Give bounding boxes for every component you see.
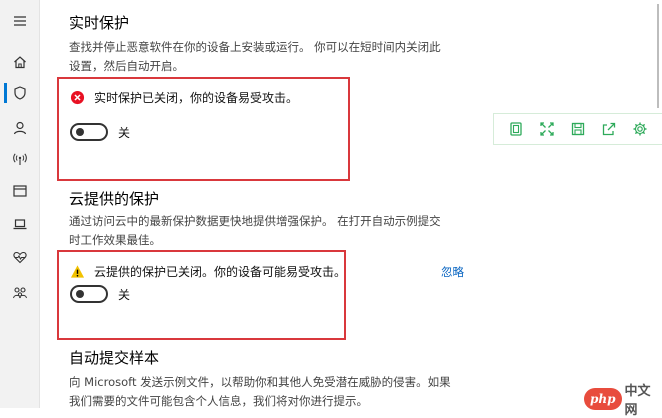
family-icon[interactable]	[9, 282, 31, 304]
person-icon[interactable]	[9, 117, 31, 139]
copy-icon[interactable]	[506, 119, 526, 139]
vertical-scrollbar[interactable]	[654, 0, 662, 120]
error-icon	[69, 90, 85, 106]
sample-submission-title: 自动提交样本	[69, 349, 160, 367]
realtime-toggle-label: 关	[118, 125, 131, 140]
cloud-alert: 云提供的保护已关闭。你的设备可能易受攻击。	[69, 263, 346, 280]
cloud-toggle-label: 关	[118, 287, 131, 302]
realtime-protection-title: 实时保护	[69, 14, 130, 32]
realtime-protection-description: 查找并停止恶意软件在你的设备上安装或运行。 你可以在短时间内关闭此 设置，然后自…	[69, 38, 489, 76]
cloud-alert-text: 云提供的保护已关闭。你的设备可能易受攻击。	[94, 265, 347, 279]
realtime-alert: 实时保护已关闭，你的设备易受攻击。	[69, 89, 298, 106]
sidebar-nav	[0, 0, 40, 408]
cloud-protection-title: 云提供的保护	[69, 190, 160, 208]
toggle-knob	[76, 128, 84, 136]
nav-active-indicator	[4, 83, 7, 103]
cloud-desc-line-1: 通过访问云中的最新保护数据更快地提供增强保护。 在打开自动示例提交	[69, 214, 441, 228]
realtime-desc-line-1: 查找并停止恶意软件在你的设备上安装或运行。 你可以在短时间内关闭此	[69, 40, 441, 54]
wifi-icon[interactable]	[9, 148, 31, 170]
realtime-toggle-row: 关	[70, 123, 130, 141]
floating-toolbar	[493, 113, 662, 145]
sample-desc-line-2: 我们需要的文件可能包含个人信息，我们将对你进行提示。	[69, 394, 368, 408]
settings-gear-icon[interactable]	[630, 119, 650, 139]
realtime-protection-toggle[interactable]	[70, 123, 108, 141]
ignore-link[interactable]: 忽略	[441, 264, 464, 280]
sample-submission-description: 向 Microsoft 发送示例文件，以帮助你和其他人免受潜在威胁的侵害。如果 …	[69, 373, 509, 411]
scrollbar-thumb[interactable]	[657, 4, 659, 108]
php-logo: php	[584, 388, 622, 410]
cloud-desc-line-2: 时工作效果最佳。	[69, 233, 161, 247]
laptop-icon[interactable]	[9, 213, 31, 235]
cloud-toggle-row: 关	[70, 285, 130, 303]
browser-window-icon[interactable]	[9, 180, 31, 202]
heart-health-icon[interactable]	[9, 246, 31, 268]
realtime-desc-line-2: 设置，然后自动开启。	[69, 59, 184, 73]
cloud-protection-description: 通过访问云中的最新保护数据更快地提供增强保护。 在打开自动示例提交 时工作效果最…	[69, 212, 489, 250]
home-icon[interactable]	[9, 51, 31, 73]
menu-icon[interactable]	[9, 10, 31, 32]
toggle-knob	[76, 290, 84, 298]
expand-icon[interactable]	[537, 119, 557, 139]
save-icon[interactable]	[568, 119, 588, 139]
watermark-text: 中文网	[624, 384, 651, 418]
php-watermark: php 中文网	[584, 380, 662, 418]
sample-desc-line-1: 向 Microsoft 发送示例文件，以帮助你和其他人免受潜在威胁的侵害。如果	[69, 375, 451, 389]
realtime-alert-text: 实时保护已关闭，你的设备易受攻击。	[94, 91, 299, 105]
warning-icon	[69, 264, 85, 280]
share-icon[interactable]	[599, 119, 619, 139]
shield-icon[interactable]	[9, 82, 31, 104]
cloud-protection-toggle[interactable]	[70, 285, 108, 303]
